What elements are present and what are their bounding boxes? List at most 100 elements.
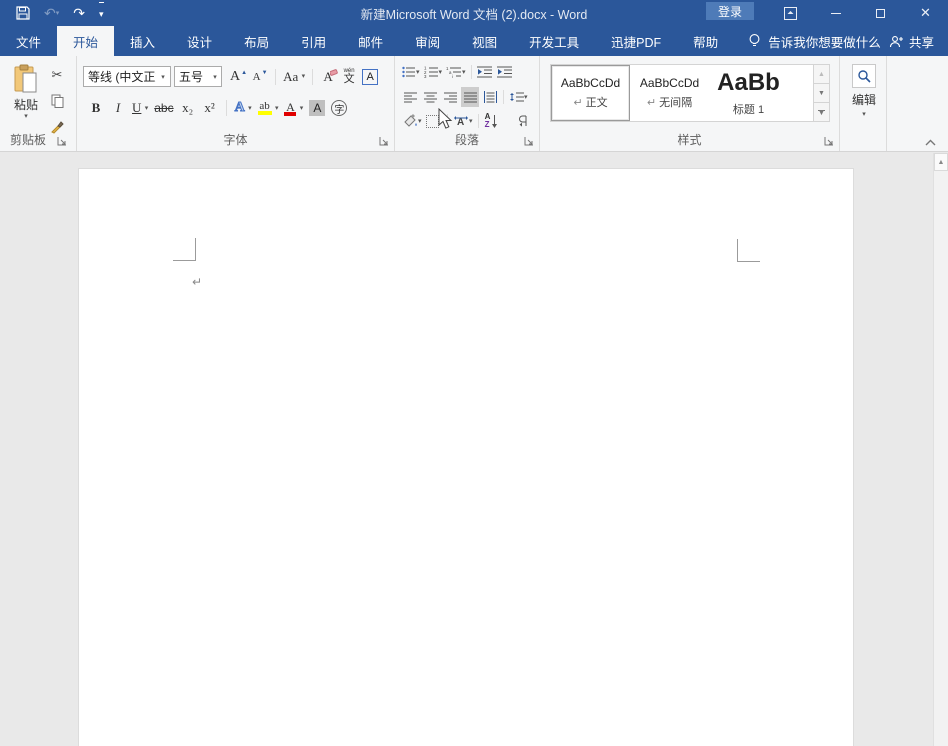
scroll-up-icon[interactable]: ▲ xyxy=(934,153,948,171)
bullets-button[interactable]: ▾ xyxy=(401,62,421,82)
borders-button[interactable]: ▾ xyxy=(425,111,444,131)
italic-button[interactable]: I xyxy=(109,98,127,118)
align-center-button[interactable] xyxy=(421,87,439,107)
tab-developer[interactable]: 开发工具 xyxy=(513,26,595,56)
justify-button[interactable] xyxy=(461,87,479,107)
grow-font-button[interactable]: A▲ xyxy=(229,67,248,87)
paste-label: 粘贴 xyxy=(8,96,44,113)
increase-indent-button[interactable] xyxy=(496,62,514,82)
collapse-ribbon-icon[interactable] xyxy=(925,139,936,146)
shading-button[interactable]: ▾ xyxy=(401,111,423,131)
tell-me-box[interactable]: 告诉我你想要做什么 xyxy=(734,26,895,56)
document-area: ↵ ▲ xyxy=(0,153,948,746)
show-hide-marks-button[interactable] xyxy=(515,111,533,131)
clipboard-group: 粘贴 ▾ ✂ 剪贴板 xyxy=(0,56,77,151)
sort-button[interactable]: AZ xyxy=(483,111,501,131)
line-spacing-button[interactable]: ▾ xyxy=(508,87,529,107)
undo-icon[interactable]: ↶▾ xyxy=(44,2,59,24)
style-heading1[interactable]: AaBb 标题 1 xyxy=(709,65,788,121)
align-right-button[interactable] xyxy=(441,87,459,107)
font-group-label: 字体 xyxy=(77,131,394,148)
maximize-button[interactable] xyxy=(858,0,903,26)
decrease-indent-button[interactable] xyxy=(476,62,494,82)
tab-references[interactable]: 引用 xyxy=(285,26,342,56)
align-left-button[interactable] xyxy=(401,87,419,107)
styles-gallery-more-icon[interactable]: ▼ xyxy=(814,103,829,121)
numbering-button[interactable]: 123 ▾ xyxy=(423,62,444,82)
text-boundary-mark-left xyxy=(173,238,196,261)
ribbon-display-options-icon[interactable] xyxy=(768,0,813,26)
font-name-dropdown-icon[interactable]: ▾ xyxy=(156,73,169,81)
character-shading-button[interactable]: A xyxy=(308,98,326,118)
clipboard-dialog-launcher-icon[interactable] xyxy=(57,136,68,147)
editing-button[interactable]: 编辑 ▾ xyxy=(848,64,880,118)
asian-layout-button[interactable]: A ▾ xyxy=(452,111,474,131)
cut-icon[interactable]: ✂ xyxy=(48,65,66,85)
text-effects-button[interactable]: A ▾ xyxy=(234,98,253,118)
superscript-button[interactable]: x² xyxy=(201,98,219,118)
quick-access-toolbar: ↶▾ ↷ ▾ xyxy=(0,2,104,24)
tab-view[interactable]: 视图 xyxy=(456,26,513,56)
paste-button[interactable]: 粘贴 ▾ xyxy=(8,64,44,120)
tab-mailings[interactable]: 邮件 xyxy=(342,26,399,56)
clear-formatting-button[interactable]: A xyxy=(319,67,337,87)
font-size-value: 五号 xyxy=(175,68,205,85)
tab-home[interactable]: 开始 xyxy=(57,26,114,56)
enclose-characters-button[interactable]: 字 xyxy=(330,98,348,118)
title-bar: ↶▾ ↷ ▾ 新建Microsoft Word 文档 (2).docx - Wo… xyxy=(0,0,948,26)
font-name-value: 等线 (中文正文 xyxy=(84,68,156,85)
text-boundary-mark-right xyxy=(737,239,760,262)
phonetic-guide-button[interactable]: wén 文 xyxy=(340,67,358,87)
font-dialog-launcher-icon[interactable] xyxy=(379,136,390,147)
underline-button[interactable]: U ▾ xyxy=(131,98,149,118)
word-window: ↶▾ ↷ ▾ 新建Microsoft Word 文档 (2).docx - Wo… xyxy=(0,0,948,746)
paragraph-group-label: 段落 xyxy=(395,131,539,148)
styles-scroll-down-icon[interactable]: ▼ xyxy=(814,84,829,103)
strikethrough-button[interactable]: abc xyxy=(153,98,174,118)
minimize-button[interactable] xyxy=(813,0,858,26)
shrink-font-button[interactable]: A▼ xyxy=(251,67,269,87)
signin-button[interactable]: 登录 xyxy=(706,2,754,20)
bold-button[interactable]: B xyxy=(87,98,105,118)
tell-me-label: 告诉我你想要做什么 xyxy=(768,32,881,51)
font-color-button[interactable]: A ▾ xyxy=(283,98,304,118)
font-size-combobox[interactable]: 五号 ▾ xyxy=(174,66,222,87)
tab-design[interactable]: 设计 xyxy=(171,26,228,56)
tab-insert[interactable]: 插入 xyxy=(114,26,171,56)
person-plus-icon xyxy=(889,35,904,48)
multilevel-list-button[interactable]: 1ai ▾ xyxy=(445,62,467,82)
style-no-spacing[interactable]: AaBbCcDd ↵ 无间隔 xyxy=(630,65,709,121)
character-border-button[interactable]: A xyxy=(361,67,379,87)
tab-review[interactable]: 审阅 xyxy=(399,26,456,56)
font-size-dropdown-icon[interactable]: ▾ xyxy=(208,73,221,81)
document-page[interactable]: ↵ xyxy=(78,168,854,746)
styles-scroll-up-icon[interactable]: ▲ xyxy=(814,65,829,84)
paragraph-mark: ↵ xyxy=(192,275,202,289)
styles-dialog-launcher-icon[interactable] xyxy=(824,136,835,147)
svg-text:i: i xyxy=(452,74,453,78)
tab-layout[interactable]: 布局 xyxy=(228,26,285,56)
save-icon[interactable] xyxy=(16,2,30,24)
change-case-button[interactable]: Aa ▾ xyxy=(282,67,306,87)
redo-icon[interactable]: ↷ xyxy=(73,2,85,24)
tab-file[interactable]: 文件 xyxy=(0,26,57,56)
borders-icon xyxy=(426,115,439,128)
subscript-button[interactable]: x₂ xyxy=(179,98,197,118)
copy-icon[interactable] xyxy=(48,91,66,111)
close-button[interactable]: ✕ xyxy=(903,0,948,26)
customize-qat-icon[interactable]: ▾ xyxy=(99,2,104,24)
ribbon: 粘贴 ▾ ✂ 剪贴板 等线 (中文正文 ▾ xyxy=(0,56,948,152)
paragraph-dialog-launcher-icon[interactable] xyxy=(524,136,535,147)
styles-gallery: AaBbCcDd ↵ 正文 AaBbCcDd ↵ 无间隔 AaBb 标题 1 ▲… xyxy=(550,64,830,122)
font-name-combobox[interactable]: 等线 (中文正文 ▾ xyxy=(83,66,171,87)
distribute-button[interactable] xyxy=(481,87,499,107)
tab-help[interactable]: 帮助 xyxy=(677,26,734,56)
share-button[interactable]: 共享 xyxy=(883,26,940,56)
tab-pdf[interactable]: 迅捷PDF xyxy=(595,26,677,56)
font-group: 等线 (中文正文 ▾ 五号 ▾ A▲ A▼ Aa ▾ A wén xyxy=(77,56,395,151)
highlight-color-button[interactable]: ab ▾ xyxy=(257,98,280,118)
paste-dropdown-icon[interactable]: ▾ xyxy=(8,113,44,120)
style-normal[interactable]: AaBbCcDd ↵ 正文 xyxy=(551,65,630,121)
paragraph-group: ▾ 123 ▾ 1ai ▾ xyxy=(395,56,540,151)
vertical-scrollbar[interactable]: ▲ xyxy=(933,153,948,746)
